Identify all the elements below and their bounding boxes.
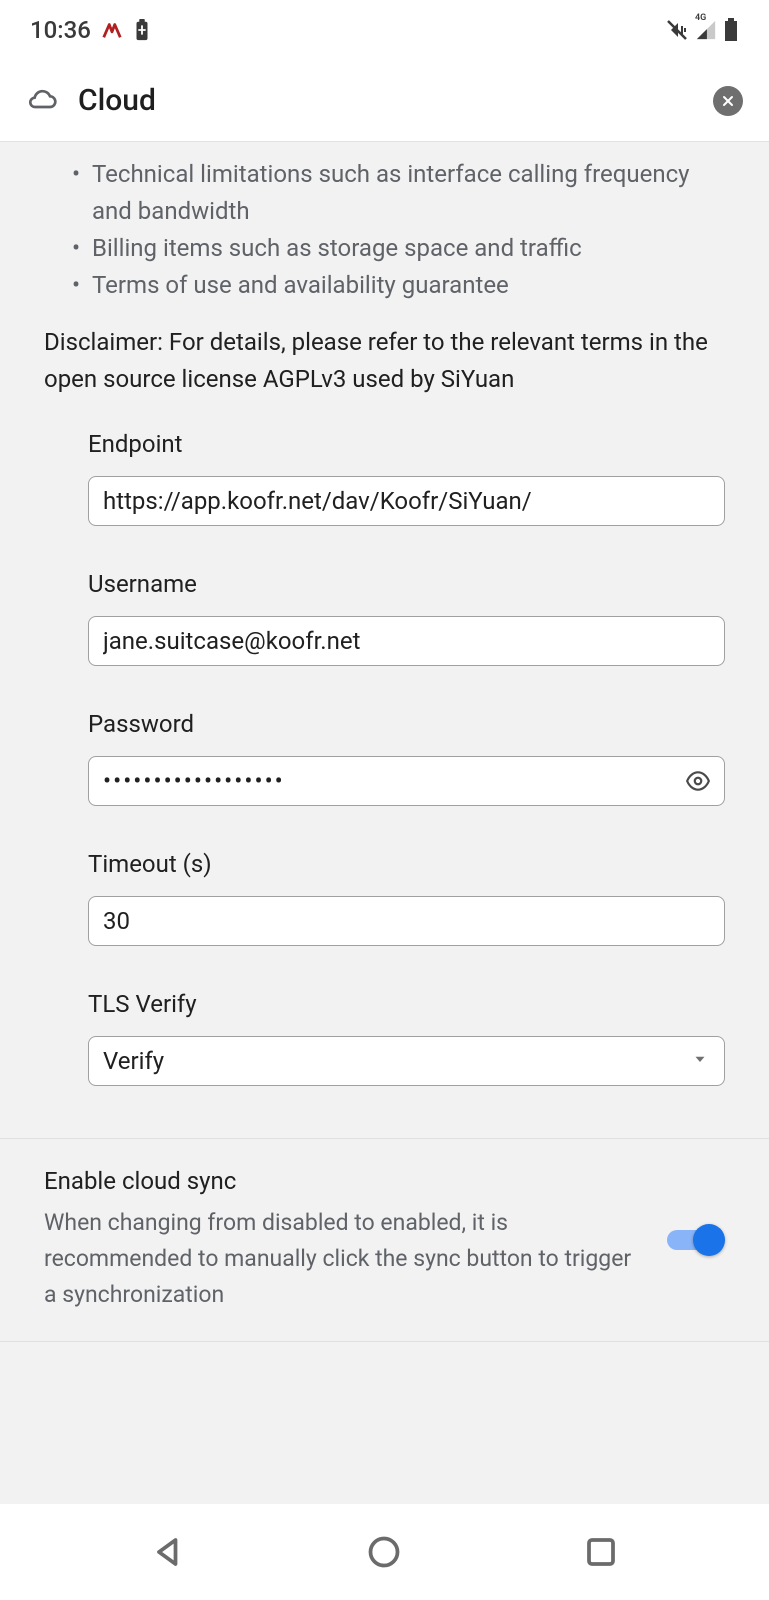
info-bullet: Billing items such as storage space and … [44,230,725,267]
app-header: Cloud [0,60,769,142]
page-title: Cloud [78,83,713,118]
enable-sync-title: Enable cloud sync [44,1167,643,1195]
circle-home-icon [366,1534,402,1570]
status-bar: 10:36 4G [0,0,769,60]
username-group: Username [0,534,769,674]
square-recents-icon [583,1534,619,1570]
timeout-input[interactable] [88,896,725,946]
signal-icon: 4G [695,19,717,41]
enable-sync-row: Enable cloud sync When changing from dis… [0,1138,769,1342]
info-bullet: Terms of use and availability guarantee [44,267,725,304]
disclaimer-text: Disclaimer: For details, please refer to… [0,312,769,416]
tls-group: TLS Verify Verify [0,954,769,1094]
enable-sync-toggle[interactable] [667,1224,725,1256]
nav-back-button[interactable] [146,1530,190,1574]
nav-recents-button[interactable] [579,1530,623,1574]
timeout-label: Timeout (s) [88,850,725,878]
timeout-group: Timeout (s) [0,814,769,954]
tls-select[interactable]: Verify [88,1036,725,1086]
nav-home-button[interactable] [362,1530,406,1574]
app-notification-icon [101,19,123,41]
eye-icon [685,768,711,794]
password-label: Password [88,710,725,738]
username-label: Username [88,570,725,598]
status-left: 10:36 [30,16,151,44]
toggle-password-visibility-button[interactable] [685,768,711,794]
network-type-label: 4G [695,13,706,23]
tls-label: TLS Verify [88,990,725,1018]
vibrate-icon [665,18,689,42]
battery-icon [723,18,739,42]
password-group: Password [0,674,769,814]
battery-saver-icon [133,19,151,41]
status-right: 4G [665,18,739,42]
username-input[interactable] [88,616,725,666]
info-bullets: Technical limitations such as interface … [0,142,769,312]
enable-sync-description: When changing from disabled to enabled, … [44,1205,643,1313]
endpoint-input[interactable] [88,476,725,526]
status-time: 10:36 [30,16,91,44]
password-input[interactable] [88,756,725,806]
endpoint-label: Endpoint [88,430,725,458]
triangle-back-icon [150,1534,186,1570]
close-button[interactable] [713,86,743,116]
endpoint-group: Endpoint [0,416,769,534]
info-bullet: Technical limitations such as interface … [44,156,725,230]
close-icon [720,93,736,109]
cloud-icon [26,83,58,119]
system-nav-bar [0,1504,769,1600]
content-area[interactable]: Technical limitations such as interface … [0,142,769,1504]
